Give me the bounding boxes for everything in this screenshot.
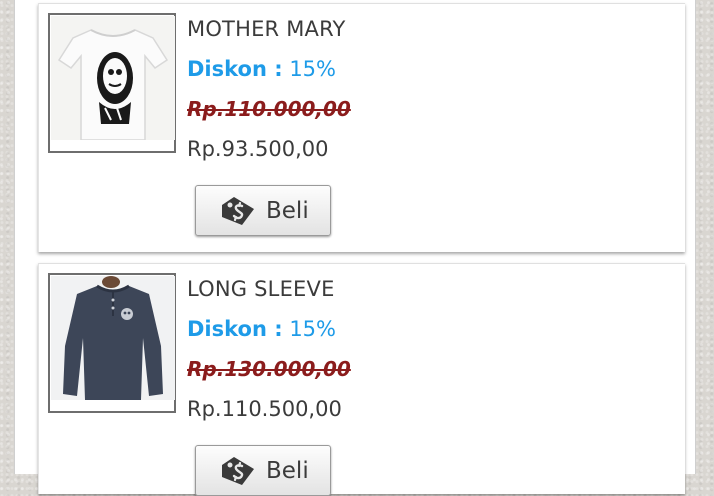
buy-button[interactable]: Beli [195, 185, 331, 236]
buy-label: Beli [266, 197, 309, 224]
product-title: MOTHER MARY [187, 17, 346, 41]
discount-label: Diskon : [187, 317, 283, 341]
longsleeve-image [51, 276, 175, 400]
new-price: Rp.93.500,00 [187, 137, 329, 161]
product-card[interactable]: MOTHER MARY Diskon : 15% Rp.110.000,00 R… [38, 3, 685, 252]
discount-value: 15% [289, 317, 336, 341]
buy-label: Beli [266, 457, 309, 484]
buy-button[interactable]: Beli [195, 445, 331, 496]
old-price: Rp.110.000,00 [187, 97, 351, 121]
product-title: LONG SLEEVE [187, 277, 335, 301]
discount-value: 15% [289, 57, 336, 81]
discount-label: Diskon : [187, 57, 283, 81]
product-image[interactable] [48, 13, 176, 153]
price-tag-icon [222, 456, 254, 485]
price-tag-icon [222, 196, 254, 225]
product-card[interactable]: LONG SLEEVE Diskon : 15% Rp.130.000,00 R… [38, 263, 685, 496]
old-price: Rp.130.000,00 [187, 357, 351, 381]
product-list[interactable]: MOTHER MARY Diskon : 15% Rp.110.000,00 R… [14, 0, 696, 496]
discount-info: Diskon : 15% [187, 57, 336, 81]
new-price: Rp.110.500,00 [187, 397, 342, 421]
product-image[interactable] [48, 273, 176, 413]
discount-info: Diskon : 15% [187, 317, 336, 341]
tshirt-image [51, 16, 175, 140]
